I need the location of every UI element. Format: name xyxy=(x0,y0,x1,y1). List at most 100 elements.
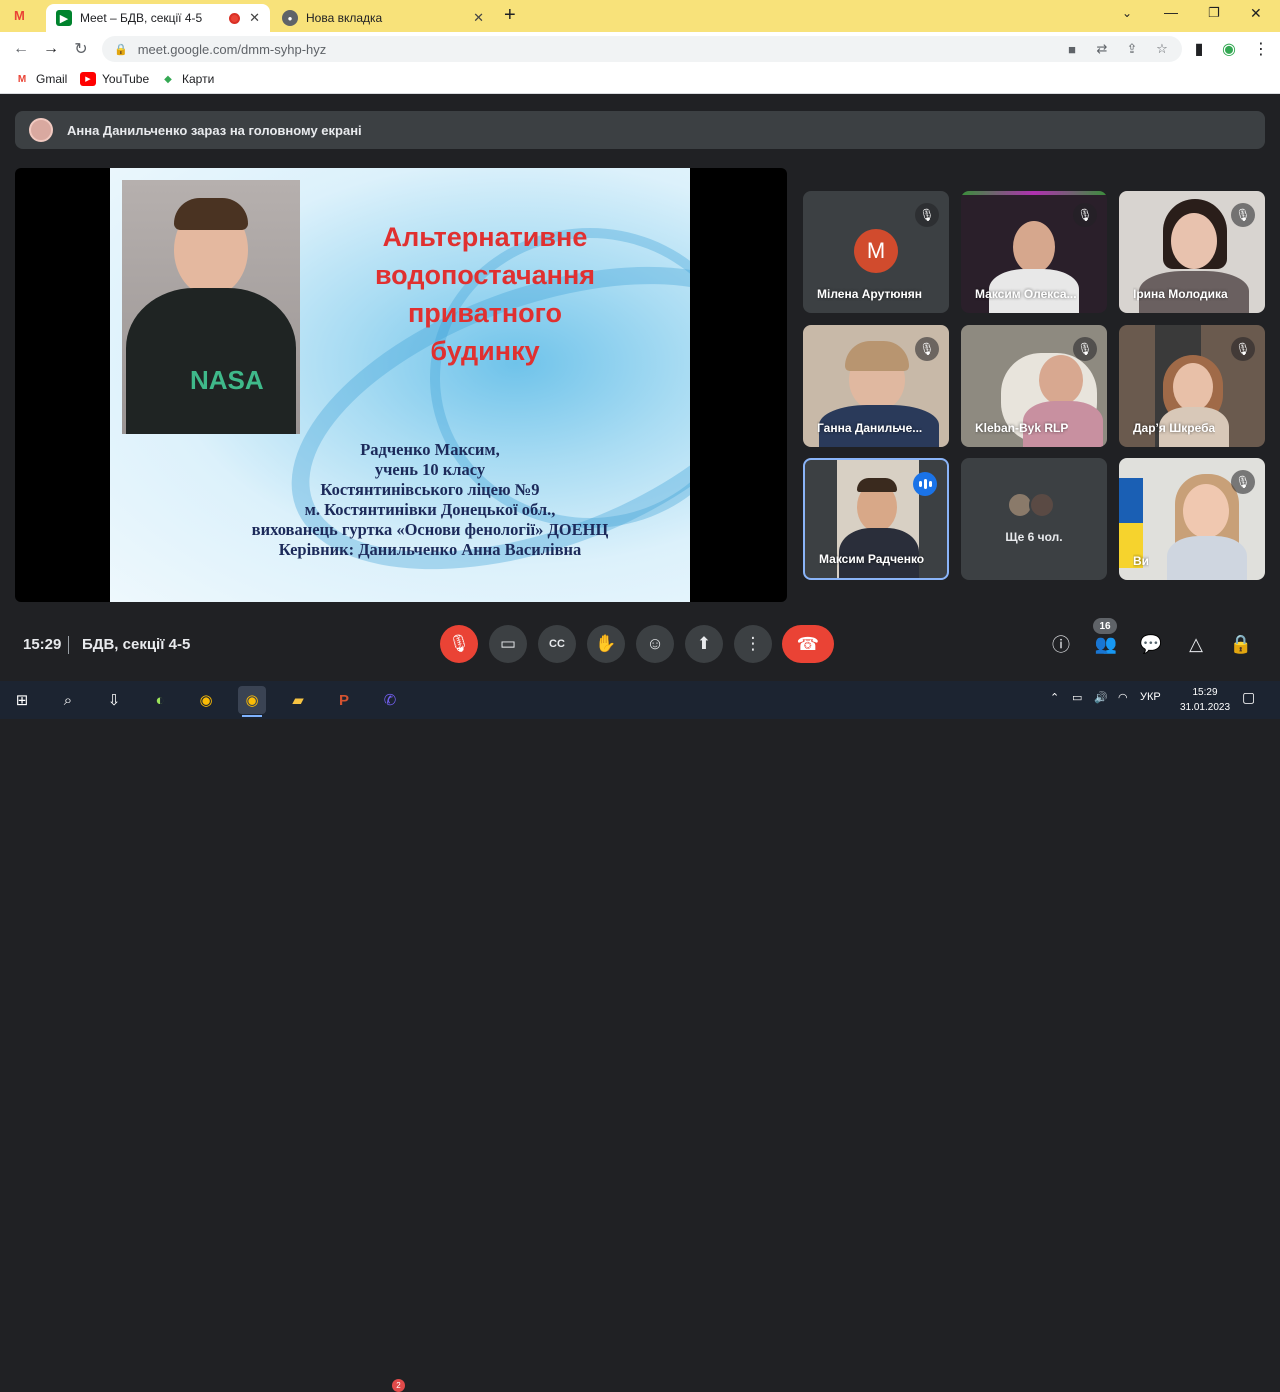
participant-tile-speaking[interactable]: Максим Радченко xyxy=(803,458,949,580)
reactions-button[interactable]: ☺ xyxy=(636,625,674,663)
viber-badge: 2 xyxy=(392,1379,405,1392)
viber-icon[interactable]: ✆ xyxy=(376,686,404,714)
chat-icon[interactable]: 💬 xyxy=(1137,630,1165,658)
tray-time: 15:29 xyxy=(1192,687,1218,698)
search-icon[interactable]: ⌕ xyxy=(54,686,82,714)
tray-clock[interactable]: 15:29 31.01.2023 xyxy=(1172,685,1238,715)
present-screen-button[interactable]: ⬆ xyxy=(685,625,723,663)
tray-date: 31.01.2023 xyxy=(1179,702,1231,713)
chrome-icon: ● xyxy=(282,10,298,26)
people-icon[interactable]: 👥 xyxy=(1092,630,1120,658)
bookmark-label: YouTube xyxy=(102,72,150,86)
presenting-text: Анна Данильченко зараз на головному екра… xyxy=(67,122,362,138)
reload-button[interactable]: ↻ xyxy=(70,38,92,60)
battery-icon[interactable]: ▭ xyxy=(1072,691,1082,704)
notifications-icon[interactable]: ▢ xyxy=(1242,689,1255,706)
side-panel-icon[interactable]: ▮ xyxy=(1188,38,1210,60)
gmail-pinned-tab[interactable]: M xyxy=(14,8,34,24)
participant-tile[interactable]: 🎙 Kleban-Byk RLP xyxy=(961,325,1107,447)
file-explorer-icon[interactable]: ▰ xyxy=(284,686,312,714)
more-participants-tile[interactable]: Ще 6 чол. xyxy=(961,458,1107,580)
maps-icon: ◆ xyxy=(164,73,172,85)
mic-toggle-button[interactable]: 🎙 xyxy=(440,625,478,663)
participant-name: Ганна Данильче... xyxy=(817,421,923,435)
app-icon[interactable]: ◐ xyxy=(146,686,174,714)
camera-toggle-button[interactable]: ▭ xyxy=(489,625,527,663)
app-icon[interactable]: ⇩ xyxy=(100,686,128,714)
separator xyxy=(68,636,69,654)
browser-toolbar: ← → ↻ 🔒 meet.google.com/dmm-syhp-hyz ■ ⇄… xyxy=(0,32,1280,66)
url-text: meet.google.com/dmm-syhp-hyz xyxy=(137,41,327,57)
tab-meet[interactable]: ▶ Meet – БДВ, секції 4-5 ✕ xyxy=(46,4,270,32)
camera-icon[interactable]: ■ xyxy=(1062,40,1082,58)
host-controls-icon[interactable]: 🔒 xyxy=(1227,630,1255,658)
participant-name: Максим Олекса... xyxy=(975,287,1077,301)
slide-title-line: будинку xyxy=(430,336,540,366)
chrome-active-icon[interactable]: ◉ xyxy=(238,686,266,717)
participant-name: Дар’я Шкреба xyxy=(1133,421,1216,435)
slide-author-line: Костянтинівського ліцею №9 xyxy=(320,480,540,499)
windows-start-icon[interactable]: ⊞ xyxy=(8,686,36,714)
volume-icon[interactable]: 🔊 xyxy=(1094,691,1108,704)
close-window-button[interactable]: ✕ xyxy=(1250,5,1262,22)
more-options-button[interactable]: ⋮ xyxy=(734,625,772,663)
bookmark-label: Gmail xyxy=(36,72,68,86)
language-indicator[interactable]: УКР xyxy=(1140,691,1161,703)
tray-expand-icon[interactable]: ⌃ xyxy=(1050,691,1059,704)
network-icon[interactable]: ◠ xyxy=(1118,691,1128,704)
address-bar[interactable]: 🔒 meet.google.com/dmm-syhp-hyz ■ ⇄ ⇪ ☆ xyxy=(102,36,1182,62)
main-stage[interactable]: NASA Альтернативне водопостачання приват… xyxy=(15,168,787,602)
bookmark-maps[interactable]: ◆ Карти xyxy=(160,72,214,86)
slide-author-line: вихованець гуртка «Основи фенології» ДОЕ… xyxy=(251,520,609,539)
menu-icon[interactable]: ⋮ xyxy=(1250,38,1272,60)
forward-button[interactable]: → xyxy=(40,38,62,60)
mic-off-icon: 🎙 xyxy=(915,203,939,227)
mic-off-icon: 🎙 xyxy=(1073,337,1097,361)
activities-icon[interactable]: △ xyxy=(1182,630,1210,658)
meeting-name: БДВ, секції 4-5 xyxy=(82,636,191,653)
tab-new[interactable]: ● Нова вкладка ✕ xyxy=(272,4,494,32)
back-button[interactable]: ← xyxy=(10,38,32,60)
browser-tab-strip: M ▶ Meet – БДВ, секції 4-5 ✕ ● Нова вкла… xyxy=(0,0,1280,32)
tab-new-title: Нова вкладка xyxy=(306,11,383,25)
people-count-badge: 16 xyxy=(1093,618,1117,634)
recording-dot-icon xyxy=(229,12,240,24)
taskbar: ⊞ ⌕ ⇩ ◐ ◉ ◉ ▰ P ✆ 2 ⌃ ▭ 🔊 ◠ УКР 15:29 31… xyxy=(0,681,1280,1392)
bookmark-gmail[interactable]: M Gmail xyxy=(14,72,68,86)
participant-tile[interactable]: М 🎙 Мілена Арутюнян xyxy=(803,191,949,313)
participant-tile[interactable]: 🎙 Ганна Данильче... xyxy=(803,325,949,447)
share-icon[interactable]: ⇪ xyxy=(1122,40,1142,58)
slide-author-line: м. Костянтинівки Донецької обл., xyxy=(304,500,556,519)
participant-name: Максим Радченко xyxy=(819,552,925,566)
restore-button[interactable]: ❐ xyxy=(1208,5,1220,21)
raise-hand-button[interactable]: ✋ xyxy=(587,625,625,663)
close-icon[interactable]: ✕ xyxy=(473,10,484,26)
participant-tile[interactable]: 🎙 Максим Олекса... xyxy=(961,191,1107,313)
powerpoint-icon[interactable]: P xyxy=(330,686,358,714)
minimize-button[interactable]: — xyxy=(1164,4,1178,20)
chrome-icon[interactable]: ◉ xyxy=(192,686,220,714)
participant-tile[interactable]: 🎙 Ірина Молодика xyxy=(1119,191,1265,313)
slide-author-line: Керівник: Данильченко Анна Василівна xyxy=(278,540,582,559)
extension-icon[interactable]: ◉ xyxy=(1218,38,1240,60)
star-icon[interactable]: ☆ xyxy=(1152,40,1172,58)
slide-author-info: Радченко Максим, учень 10 класу Костянти… xyxy=(170,440,690,560)
slide-title-line: Альтернативне xyxy=(382,222,588,252)
self-view-tile[interactable]: 🎙 Ви xyxy=(1119,458,1265,580)
tab-search-icon[interactable]: ⌄ xyxy=(1122,6,1132,20)
close-icon[interactable]: ✕ xyxy=(249,10,260,26)
new-tab-button[interactable]: + xyxy=(504,4,516,27)
mic-off-icon: 🎙 xyxy=(1073,203,1097,227)
slide-author-line: Радченко Максим, xyxy=(360,440,500,459)
captions-button[interactable]: CC xyxy=(538,625,576,663)
tab-meet-title: Meet – БДВ, секції 4-5 xyxy=(80,11,203,25)
translate-icon[interactable]: ⇄ xyxy=(1092,40,1112,58)
bookmark-youtube[interactable]: ▶ YouTube xyxy=(80,72,149,86)
participant-tile[interactable]: 🎙 Дар’я Шкреба xyxy=(1119,325,1265,447)
end-call-button[interactable]: ☎ xyxy=(782,625,834,663)
slide-title-line: приватного xyxy=(407,298,563,328)
info-icon[interactable]: ⓘ xyxy=(1047,630,1075,658)
slide-title-line: водопостачання xyxy=(374,260,596,290)
mic-off-icon: 🎙 xyxy=(1231,470,1255,494)
participant-name: Мілена Арутюнян xyxy=(817,287,923,301)
